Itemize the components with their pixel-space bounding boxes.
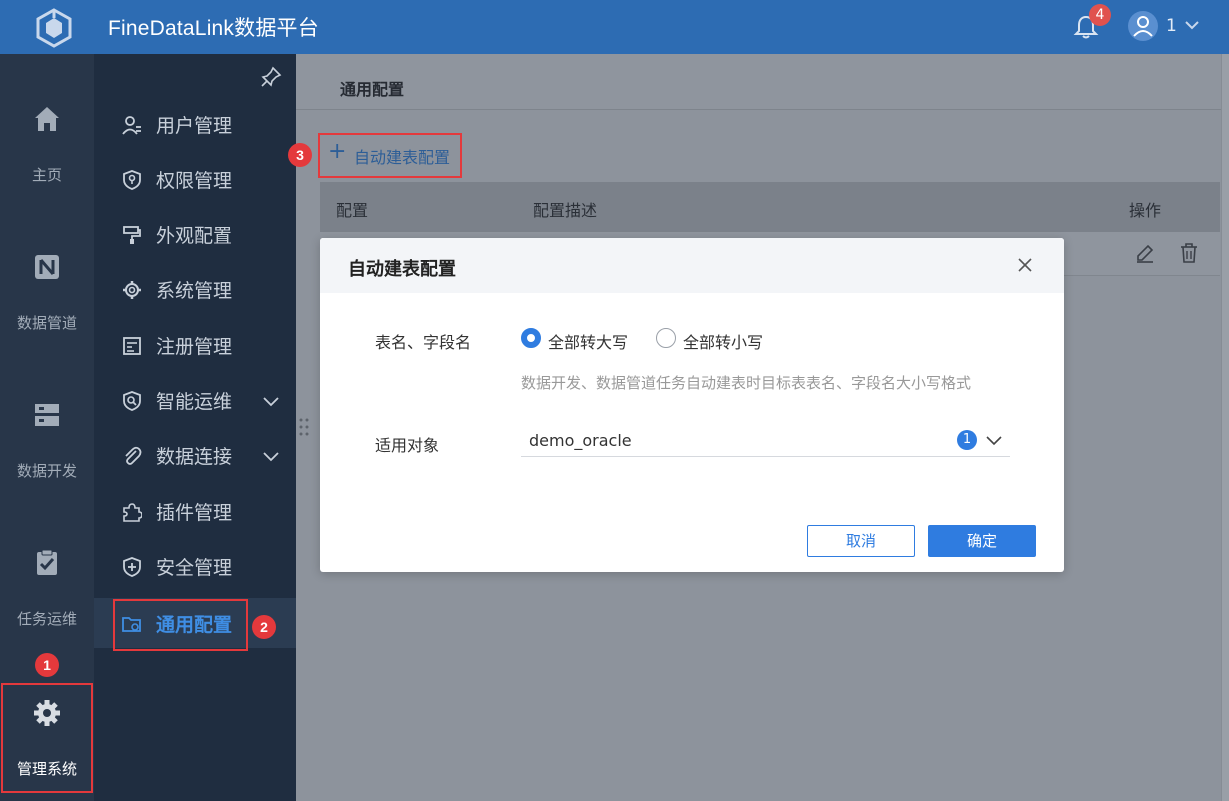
radio-uppercase-label[interactable]: 全部转大写	[548, 329, 628, 353]
sidebar-item-data-connection[interactable]: 数据连接	[94, 430, 296, 480]
trash-icon[interactable]	[1178, 242, 1200, 264]
nav-item-task-ops[interactable]: 任务运维	[0, 498, 94, 638]
nav-item-data-pipeline[interactable]: 数据管道	[0, 202, 94, 342]
register-icon	[123, 337, 141, 355]
task-ops-icon	[37, 549, 57, 575]
sidebar-item-plugin-management[interactable]: 插件管理	[94, 486, 296, 536]
app-logo-icon[interactable]	[34, 8, 74, 48]
notification-badge: 4	[1089, 4, 1111, 26]
user-icon	[122, 116, 141, 135]
sidebar-item-user-management[interactable]: 用户管理	[94, 99, 296, 149]
sidebar-item-registration[interactable]: 注册管理	[94, 320, 296, 370]
auto-table-config-dialog: 自动建表配置 表名、字段名 全部转大写 全部转小写 数据开发、数据管道任务自动建…	[320, 238, 1064, 572]
column-header: 配置	[336, 201, 369, 220]
sidebar-item-label: 权限管理	[156, 170, 233, 192]
nav-item-home[interactable]: 主页	[0, 54, 94, 194]
table-header: 配置 配置描述 操作	[320, 182, 1220, 232]
annotation-box-2	[113, 599, 248, 651]
radio-lowercase-label[interactable]: 全部转小写	[683, 329, 763, 353]
column-header: 配置描述	[533, 201, 598, 220]
sidebar-item-label: 插件管理	[156, 502, 233, 524]
sidebar-item-security-management[interactable]: 安全管理	[94, 541, 296, 591]
dialog-header: 自动建表配置	[320, 238, 1064, 293]
target-object-select[interactable]: demo_oracle 1	[521, 424, 1010, 457]
annotation-box-3	[318, 133, 462, 178]
chevron-down-icon[interactable]	[985, 431, 1003, 449]
sidebar-item-permission-management[interactable]: 权限管理	[94, 154, 296, 204]
chevron-down-icon[interactable]	[262, 392, 280, 410]
annotation-number: 3	[288, 143, 312, 167]
user-name[interactable]: 1	[1166, 16, 1177, 36]
close-icon[interactable]	[1015, 255, 1035, 275]
permission-icon	[123, 170, 141, 190]
paperclip-icon	[125, 446, 142, 465]
chevron-down-icon[interactable]	[1184, 17, 1200, 33]
secondary-nav: 用户管理 权限管理 外观配置 系统管理 注册管理 智能运维 数据连接 插件管理 …	[94, 54, 296, 801]
sidebar-item-label: 智能运维	[156, 391, 233, 413]
sidebar-item-label: 系统管理	[156, 280, 233, 302]
sidebar-item-appearance[interactable]: 外观配置	[94, 209, 296, 259]
drag-handle-icon[interactable]	[298, 416, 310, 438]
paint-roller-icon	[123, 226, 141, 244]
sidebar-item-label: 注册管理	[156, 336, 233, 358]
sidebar-item-smart-ops[interactable]: 智能运维	[94, 375, 296, 425]
sidebar-item-system-management[interactable]: 系统管理	[94, 264, 296, 314]
chevron-down-icon[interactable]	[262, 447, 280, 465]
dialog-title: 自动建表配置	[348, 259, 456, 280]
select-value: demo_oracle	[529, 431, 632, 450]
selected-count-badge: 1	[957, 430, 977, 450]
nav-item-label: 任务运维	[16, 610, 77, 628]
sidebar-item-label: 安全管理	[156, 557, 233, 579]
case-format-hint: 数据开发、数据管道任务自动建表时目标表表名、字段名大小写格式	[521, 374, 972, 392]
radio-uppercase[interactable]	[521, 328, 541, 348]
page-title: 通用配置	[340, 80, 405, 99]
nav-item-label: 数据管道	[16, 314, 77, 332]
gear-icon	[123, 281, 141, 299]
data-development-icon	[35, 404, 59, 426]
cancel-button[interactable]: 取消	[807, 525, 915, 557]
column-header: 操作	[1129, 201, 1162, 220]
nav-item-label: 数据开发	[16, 462, 77, 480]
edit-icon[interactable]	[1134, 242, 1156, 264]
user-icon	[1133, 16, 1153, 37]
home-icon	[35, 107, 59, 131]
confirm-button[interactable]: 确定	[928, 525, 1036, 557]
smart-ops-icon	[123, 391, 141, 411]
scrollbar[interactable]	[1221, 54, 1229, 801]
annotation-box-1	[1, 683, 93, 793]
target-object-label: 适用对象	[375, 436, 440, 455]
case-format-label: 表名、字段名	[375, 333, 472, 352]
pin-icon[interactable]	[260, 66, 282, 88]
annotation-number: 2	[252, 615, 276, 639]
sidebar-item-label: 数据连接	[156, 446, 233, 468]
sidebar-item-label: 用户管理	[156, 115, 233, 137]
shield-plus-icon	[123, 557, 141, 577]
page-header: 通用配置	[296, 54, 1229, 110]
radio-lowercase[interactable]	[656, 328, 676, 348]
annotation-number: 1	[35, 653, 59, 677]
puzzle-icon	[123, 503, 142, 522]
avatar[interactable]	[1128, 11, 1158, 41]
sidebar-item-label: 外观配置	[156, 225, 233, 247]
data-pipeline-icon	[35, 255, 59, 279]
nav-item-data-development[interactable]: 数据开发	[0, 350, 94, 490]
nav-item-label: 主页	[31, 166, 62, 184]
app-title: FineDataLink数据平台	[108, 17, 319, 40]
top-bar: FineDataLink数据平台 4 1	[0, 0, 1229, 54]
